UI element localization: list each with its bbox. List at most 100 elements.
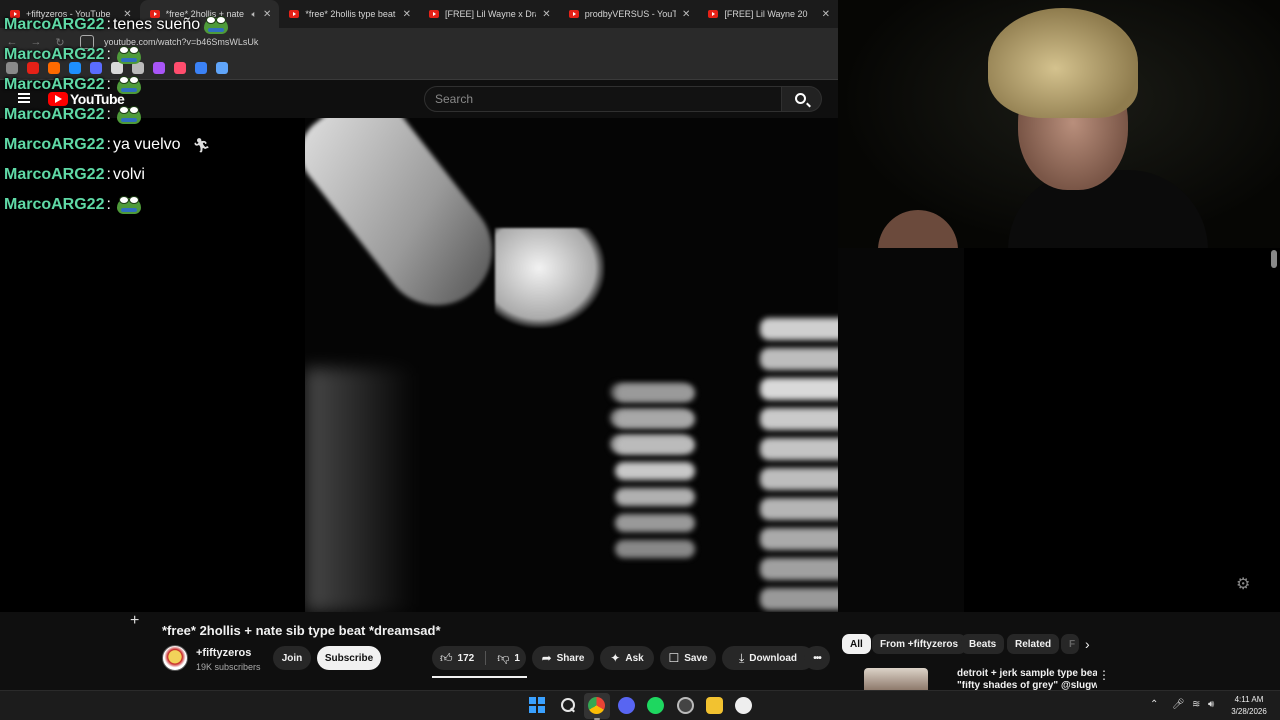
discord-icon[interactable]	[618, 697, 635, 714]
chat-message: MarcoARG22:	[4, 70, 230, 100]
share-icon: ➦	[541, 651, 552, 665]
filter-chip[interactable]: All	[842, 634, 871, 654]
browser-tab[interactable]: *free* 2hollis type beat *sad ✕	[279, 0, 419, 28]
chat-username: MarcoARG22	[4, 136, 105, 153]
video-frame-stack-c	[760, 318, 838, 612]
tab-title: [FREE] Lil Wayne x Drake 20	[445, 9, 536, 19]
channel-avatar[interactable]	[162, 645, 188, 671]
filter-chip[interactable]: F	[1061, 634, 1079, 654]
chat-username: MarcoARG22	[4, 196, 105, 213]
save-button[interactable]: ☐ Save	[660, 646, 716, 670]
chrome-icon[interactable]	[588, 697, 605, 714]
tab-close-icon[interactable]: ✕	[682, 9, 690, 20]
dislike-icon[interactable]: 👎︎	[497, 651, 509, 666]
more-actions-button[interactable]: •••	[804, 646, 830, 670]
speaker-icon[interactable]: 🔊︎	[1208, 699, 1214, 710]
spotify-icon[interactable]	[647, 697, 664, 714]
browser-tab[interactable]: prodbyVERSUS - YouTube ✕	[559, 0, 699, 28]
chat-username: MarcoARG22	[4, 46, 105, 63]
tab-close-icon[interactable]: ✕	[263, 9, 271, 20]
subscriber-count: 19K subscribers	[196, 662, 261, 672]
chat-message: MarcoARG22:	[4, 190, 230, 220]
filter-chip[interactable]: Related	[1007, 634, 1060, 654]
chat-text: :	[106, 106, 111, 123]
subscribe-button[interactable]: Subscribe	[317, 646, 381, 670]
recommendation-title-line2[interactable]: "fifty shades of grey" @slugwurf	[957, 681, 1097, 690]
share-label: Share	[556, 652, 585, 664]
clock-date: 3/28/2026	[1231, 707, 1267, 716]
page-scrollbar[interactable]	[1271, 250, 1277, 268]
pepe-emote-icon	[204, 16, 230, 34]
wifi-icon[interactable]: ≋	[1192, 699, 1200, 710]
video-info-section: + *free* 2hollis + nate sib type beat *d…	[0, 612, 1280, 690]
chat-message-text: ya vuelvo	[112, 136, 181, 153]
chat-username: MarcoARG22	[4, 16, 105, 33]
taskbar-search-icon[interactable]	[559, 697, 576, 714]
video-frame-fingers	[495, 228, 605, 328]
chat-message: MarcoARG22:	[4, 40, 230, 70]
tab-title: *free* 2hollis type beat *sad	[305, 9, 396, 19]
search-button[interactable]	[782, 86, 822, 112]
chat-message: MarcoARG22: tenes sueño	[4, 10, 230, 40]
microphone-icon[interactable]: 🎤︎	[1172, 699, 1185, 710]
download-icon: ⤓	[738, 650, 745, 665]
stream-chat-overlay: MarcoARG22: tenes sueño MarcoARG22: Marco…	[4, 10, 230, 220]
filter-chip[interactable]: Beats	[961, 634, 1005, 654]
stream-overlay-icon: ⚙	[1236, 576, 1251, 593]
youtube-favicon-icon	[708, 10, 719, 18]
browser-tab[interactable]: [FREE] Lil Wayne 20 ✕	[698, 0, 838, 28]
like-divider	[485, 651, 487, 665]
media-player-icon[interactable]	[735, 697, 752, 714]
like-underline	[432, 676, 527, 678]
channel-name[interactable]: +fiftyzeros	[196, 647, 251, 659]
browser-tab[interactable]: [FREE] Lil Wayne x Drake 20 ✕	[419, 0, 559, 28]
webcam-person-hair	[988, 8, 1138, 118]
recommendation-thumbnail[interactable]	[864, 668, 928, 690]
sparkle-icon: ✦	[610, 651, 621, 665]
video-frame-blur	[305, 368, 415, 612]
system-clock[interactable]: 4:11 AM 3/28/2026	[1226, 694, 1272, 718]
video-player-extension	[838, 248, 964, 612]
ask-button[interactable]: ✦ Ask	[600, 646, 654, 670]
webcam-overlay	[838, 0, 1280, 248]
youtube-favicon-icon	[568, 10, 579, 18]
share-button[interactable]: ➦ Share	[532, 646, 594, 670]
windows-taskbar: ⌃ 🎤︎ ≋ 🔊︎ 4:11 AM 3/28/2026	[0, 690, 1280, 720]
video-player[interactable]	[305, 118, 838, 612]
ask-label: Ask	[625, 652, 644, 664]
tab-close-icon[interactable]: ✕	[822, 9, 830, 20]
search-input[interactable]	[425, 87, 781, 111]
tab-audio-icon[interactable]: 🔈︎	[252, 9, 257, 20]
chat-text: :	[106, 46, 111, 63]
chat-message-text: tenes sueño	[112, 16, 201, 33]
recommendation-menu-icon[interactable]: ⋮	[1098, 668, 1110, 682]
youtube-favicon-icon	[289, 10, 300, 18]
chat-text: :	[106, 16, 111, 33]
like-count[interactable]: 172	[458, 653, 475, 664]
chat-text: :	[106, 136, 111, 153]
chevron-right-icon[interactable]: ›	[1085, 636, 1090, 652]
file-explorer-icon[interactable]	[706, 697, 723, 714]
video-frame-stack-b	[615, 384, 695, 566]
save-label: Save	[684, 652, 708, 664]
like-icon[interactable]: 👍︎	[440, 651, 453, 666]
join-button[interactable]: Join	[273, 646, 311, 670]
tab-close-icon[interactable]: ✕	[403, 9, 411, 20]
download-button[interactable]: ⤓ Download	[722, 646, 814, 670]
pepe-emote-icon	[116, 76, 143, 94]
video-frame-hand	[305, 118, 515, 328]
pepe-emote-icon	[116, 196, 143, 214]
bookmark-icon: ☐	[668, 651, 680, 665]
windows-start-icon[interactable]	[529, 697, 546, 714]
like-dislike-group: 👍︎ 172 👎︎ 1	[432, 646, 526, 670]
running-emote-icon: 🏃︎	[192, 137, 211, 153]
search-field[interactable]	[424, 86, 782, 112]
chat-message-text: volvi	[112, 166, 145, 183]
filter-chip[interactable]: From +fiftyzeros	[872, 634, 967, 654]
tray-chevron-up-icon[interactable]: ⌃	[1150, 699, 1158, 710]
recommendation-title[interactable]: detroit + jerk sample type beat -	[957, 668, 1097, 680]
obs-icon[interactable]	[677, 697, 694, 714]
dislike-count[interactable]: 1	[514, 653, 520, 664]
tab-close-icon[interactable]: ✕	[542, 9, 550, 20]
chat-text: :	[106, 166, 111, 183]
